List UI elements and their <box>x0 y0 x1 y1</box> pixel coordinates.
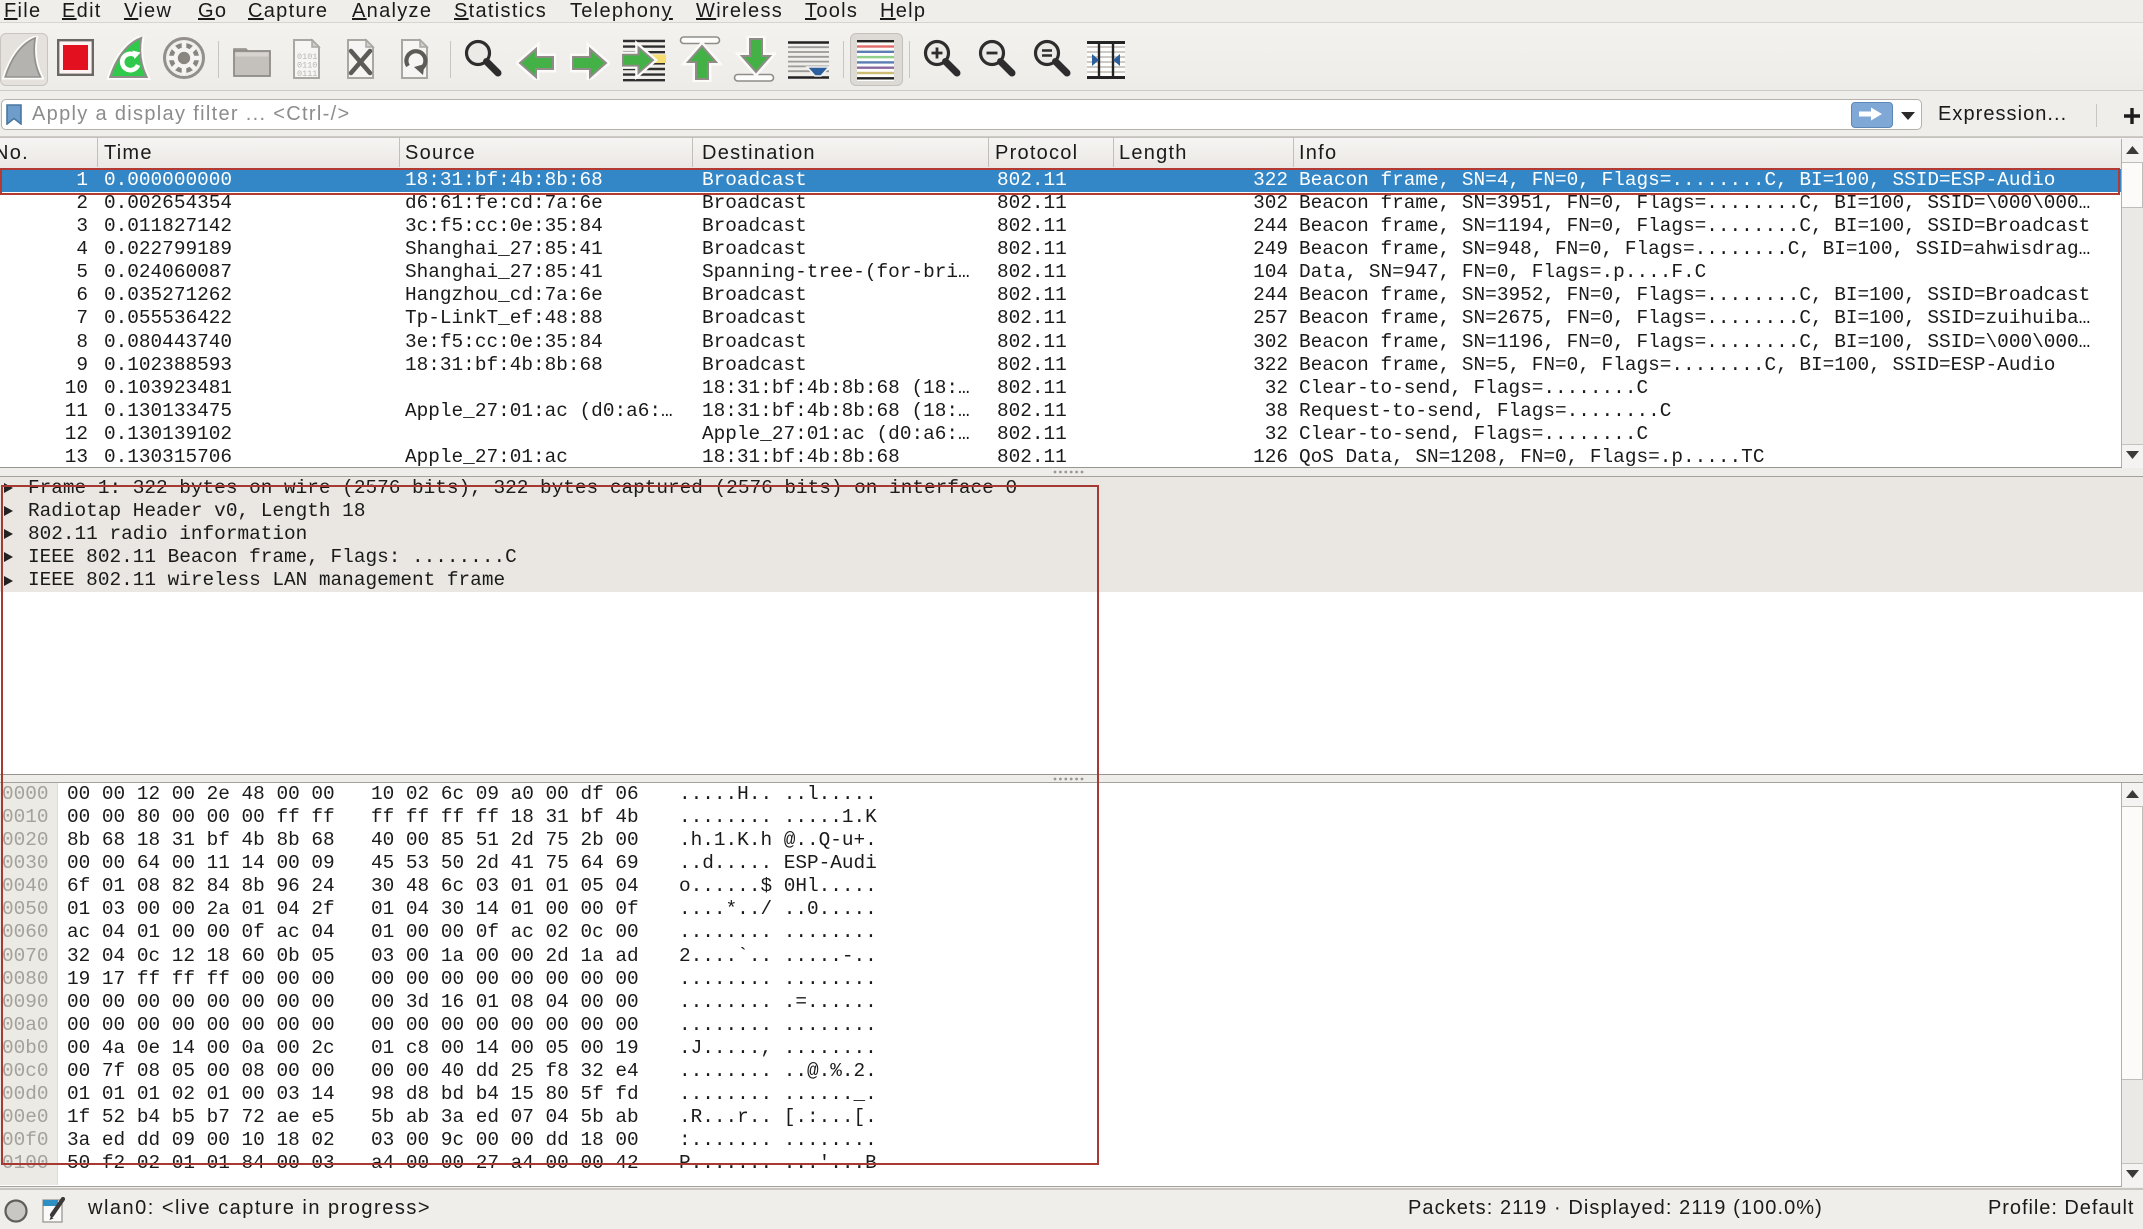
svg-text:0111: 0111 <box>297 69 317 79</box>
